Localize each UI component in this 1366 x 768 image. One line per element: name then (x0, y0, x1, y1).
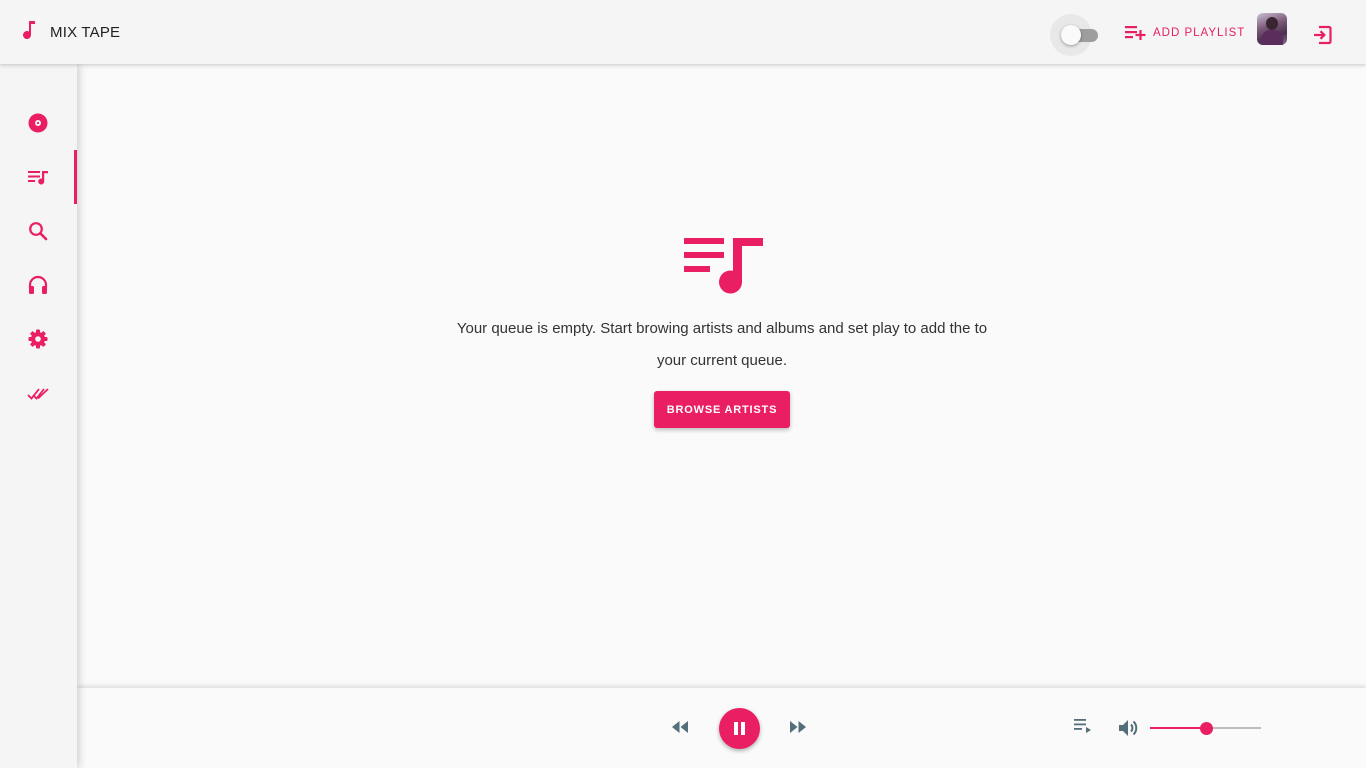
rewind-button[interactable] (669, 716, 691, 738)
disc-icon (28, 113, 48, 133)
volume-button[interactable] (1117, 717, 1139, 739)
playlist-add-icon (1124, 23, 1153, 44)
play-pause-button[interactable] (719, 708, 760, 749)
volume-up-icon (1119, 720, 1138, 736)
pause-icon (734, 722, 745, 735)
player-bar (77, 688, 1366, 768)
search-icon (29, 222, 48, 241)
sidebar-item-albums[interactable] (0, 96, 77, 150)
queue-list-button[interactable] (1073, 716, 1093, 736)
headphones-icon (28, 275, 48, 294)
add-playlist-label: ADD PLAYLIST (1153, 27, 1246, 39)
logout-icon (1311, 25, 1333, 50)
sidebar-item-listen[interactable] (0, 258, 77, 312)
brand[interactable]: MIX TAPE (20, 20, 120, 44)
queue-list-icon (1074, 719, 1091, 733)
logout-button[interactable] (1311, 24, 1333, 46)
sidebar-item-settings[interactable] (0, 312, 77, 366)
rewind-icon (672, 721, 688, 733)
user-avatar[interactable] (1257, 13, 1287, 45)
sidebar-item-completed[interactable] (0, 366, 77, 420)
top-bar: MIX TAPE ADD PLAYLIST (0, 0, 1366, 64)
avatar-head (1266, 17, 1278, 30)
volume-slider-thumb[interactable] (1199, 722, 1213, 735)
theme-toggle-knob[interactable] (1061, 25, 1081, 45)
sidebar (0, 64, 77, 768)
fast-forward-icon (790, 721, 806, 733)
sidebar-item-queue[interactable] (0, 150, 77, 204)
app-title: MIX TAPE (50, 23, 121, 41)
sidebar-item-search[interactable] (0, 204, 77, 258)
double-check-icon (27, 388, 49, 400)
fast-forward-button[interactable] (787, 716, 809, 738)
browse-artists-button[interactable]: BROWSE ARTISTS (654, 391, 790, 428)
queue-music-icon (28, 171, 48, 185)
queue-empty-state: Your queue is empty. Start browing artis… (77, 64, 1366, 688)
avatar-body (1261, 30, 1283, 45)
volume-level (1150, 727, 1206, 729)
add-playlist-button[interactable]: ADD PLAYLIST (1124, 22, 1245, 44)
gear-icon (28, 329, 48, 349)
queue-music-icon (684, 238, 763, 294)
empty-queue-message: Your queue is empty. Start browing artis… (456, 320, 988, 369)
music-note-icon (20, 20, 38, 45)
